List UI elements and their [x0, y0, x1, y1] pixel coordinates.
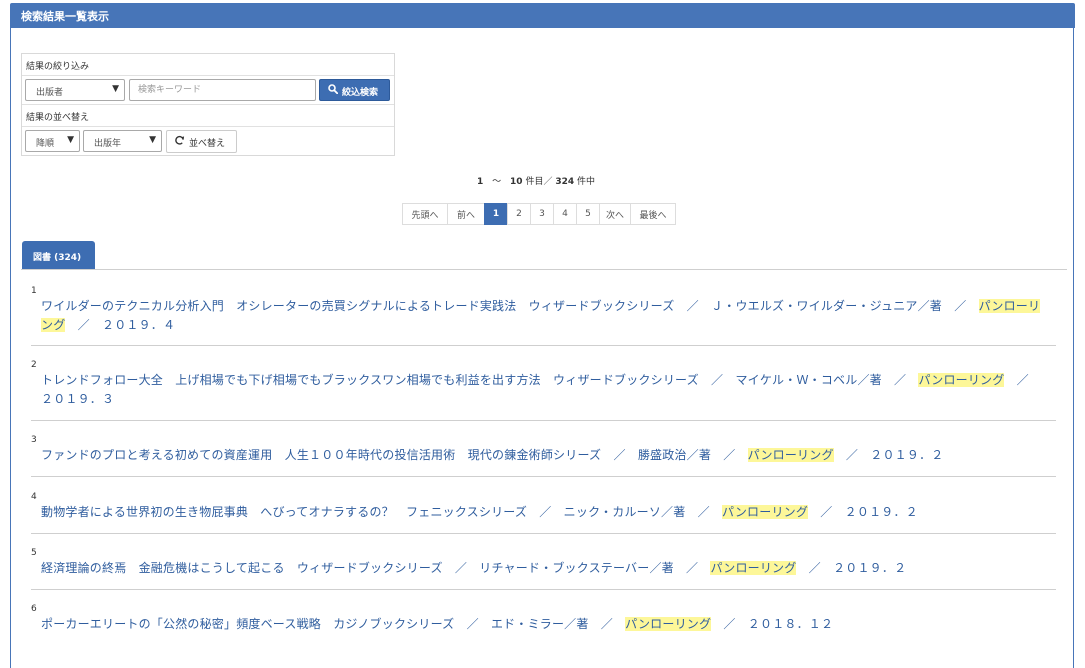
pager-last[interactable]: 最後へ — [630, 203, 676, 225]
tab-books[interactable]: 図書 (324) — [22, 241, 95, 270]
pager-next[interactable]: 次へ — [599, 203, 631, 225]
sort-field-select-value: 出版年 — [94, 139, 122, 149]
result-number: 1 — [31, 286, 37, 296]
result-number: 2 — [31, 360, 37, 370]
pager-page-3[interactable]: 3 — [530, 203, 554, 225]
filter-divider — [22, 75, 394, 76]
result-number: 5 — [31, 548, 37, 558]
count-tilde: 〜 — [492, 177, 502, 187]
pager-page-1[interactable]: 1 — [484, 203, 508, 225]
refresh-icon — [174, 135, 185, 149]
filter-box: 結果の絞り込み 出版者 ▼ 絞込検索 結果の並べ替え 降順 ▼ 出版年 ▼ — [21, 53, 395, 156]
pager-page-5[interactable]: 5 — [576, 203, 600, 225]
pagination: 先頭へ 前へ 1 2 3 4 5 次へ 最後へ — [402, 203, 676, 225]
count-from: 1 — [477, 177, 484, 187]
search-icon — [328, 84, 339, 97]
dropdown-arrow-icon: ▼ — [149, 135, 156, 145]
filter-divider — [22, 126, 394, 127]
tab-divider — [21, 269, 1067, 270]
list-item: 6 ポーカーエリートの「公然の秘密」頻度ベース戦略 カジノブックシリーズ ／ エ… — [31, 604, 1056, 648]
result-divider — [31, 420, 1056, 421]
pager-prev[interactable]: 前へ — [447, 203, 485, 225]
list-item: 1 ワイルダーのテクニカル分析入門 オシレーターの売買シグナルによるトレード実践… — [31, 286, 1056, 348]
result-tail: ／ ２０１８．１２ — [711, 617, 834, 631]
field-select-value: 出版者 — [36, 88, 64, 98]
list-item: 2 トレンドフォロー大全 上げ相場でも下げ相場でもブラックスワン相場でも利益を出… — [31, 360, 1056, 422]
count-total-suffix: 件中 — [577, 177, 596, 187]
sort-button-label: 並べ替え — [189, 139, 226, 149]
result-divider — [31, 476, 1056, 477]
page-title: 検索結果一覧表示 — [21, 10, 109, 23]
result-tail: ／ ２０１９．２ — [833, 448, 944, 462]
result-publisher-highlight: パンローリング — [747, 448, 834, 462]
keyword-input[interactable] — [129, 79, 316, 101]
result-count: 1 〜 10 件目／ 324 件中 — [477, 174, 595, 187]
list-item: 3 ファンドのプロと考える初めての資産運用 人生１００年時代の投信活用術 現代の… — [31, 435, 1056, 479]
dropdown-arrow-icon: ▼ — [67, 135, 74, 145]
result-link[interactable]: ファンドのプロと考える初めての資産運用 人生１００年時代の投信活用術 現代の錬金… — [41, 446, 1046, 465]
sort-label: 結果の並べ替え — [26, 113, 90, 123]
result-title: 動物学者による世界初の生き物屁事典 へびってオナラするの？ フェニックスシリーズ… — [41, 505, 723, 519]
tab-books-label: 図書 (324) — [33, 253, 82, 263]
order-select[interactable]: 降順 ▼ — [25, 130, 80, 152]
result-tail: ／ ２０１９．２ — [808, 505, 918, 519]
narrow-search-label: 絞込検索 — [342, 88, 379, 98]
panel-header: 検索結果一覧表示 — [10, 3, 1075, 28]
list-item: 4 動物学者による世界初の生き物屁事典 へびってオナラするの？ フェニックスシリ… — [31, 492, 1056, 536]
result-link[interactable]: ワイルダーのテクニカル分析入門 オシレーターの売買シグナルによるトレード実践法 … — [41, 297, 1046, 335]
order-select-value: 降順 — [36, 139, 55, 149]
sort-button[interactable]: 並べ替え — [166, 130, 237, 153]
pager-first[interactable]: 先頭へ — [402, 203, 448, 225]
pager-page-2[interactable]: 2 — [507, 203, 531, 225]
pager-page-4[interactable]: 4 — [553, 203, 577, 225]
result-link[interactable]: ポーカーエリートの「公然の秘密」頻度ベース戦略 カジノブックシリーズ ／ エド・… — [41, 615, 1046, 634]
result-number: 3 — [31, 435, 37, 445]
filter-divider — [22, 104, 394, 105]
result-publisher-highlight: パンローリング — [918, 373, 1005, 387]
result-link[interactable]: 動物学者による世界初の生き物屁事典 へびってオナラするの？ フェニックスシリーズ… — [41, 503, 1046, 522]
list-item: 5 経済理論の終焉 金融危機はこうして起こる ウィザードブックシリーズ ／ リチ… — [31, 548, 1056, 592]
result-link[interactable]: 経済理論の終焉 金融危機はこうして起こる ウィザードブックシリーズ ／ リチャー… — [41, 559, 1046, 578]
result-title: ポーカーエリートの「公然の秘密」頻度ベース戦略 カジノブックシリーズ ／ エド・… — [41, 617, 626, 631]
dropdown-arrow-icon: ▼ — [112, 84, 119, 94]
result-title: 経済理論の終焉 金融危機はこうして起こる ウィザードブックシリーズ ／ リチャー… — [41, 561, 711, 575]
result-title: ワイルダーのテクニカル分析入門 オシレーターの売買シグナルによるトレード実践法 … — [41, 299, 979, 313]
narrow-label: 結果の絞り込み — [26, 62, 90, 72]
result-tail: ／ ２０１９．４ — [65, 318, 176, 332]
count-total: 324 — [555, 177, 575, 187]
count-to: 10 — [510, 177, 523, 187]
result-number: 6 — [31, 604, 37, 614]
result-divider — [31, 589, 1056, 590]
result-publisher-highlight: パンローリング — [722, 505, 809, 519]
count-to-suffix: 件目／ — [525, 177, 553, 187]
result-number: 4 — [31, 492, 37, 502]
sort-field-select[interactable]: 出版年 ▼ — [83, 130, 162, 152]
result-tail: ／ ２０１９．２ — [796, 561, 907, 575]
result-title: トレンドフォロー大全 上げ相場でも下げ相場でもブラックスワン相場でも利益を出す方… — [41, 373, 919, 387]
result-divider — [31, 533, 1056, 534]
result-divider — [31, 345, 1056, 346]
field-select[interactable]: 出版者 ▼ — [25, 79, 125, 101]
result-link[interactable]: トレンドフォロー大全 上げ相場でも下げ相場でもブラックスワン相場でも利益を出す方… — [41, 371, 1046, 409]
result-title: ファンドのプロと考える初めての資産運用 人生１００年時代の投信活用術 現代の錬金… — [41, 448, 748, 462]
narrow-search-button[interactable]: 絞込検索 — [319, 79, 390, 101]
result-publisher-highlight: パンローリング — [625, 617, 712, 631]
result-publisher-highlight: パンローリング — [710, 561, 797, 575]
